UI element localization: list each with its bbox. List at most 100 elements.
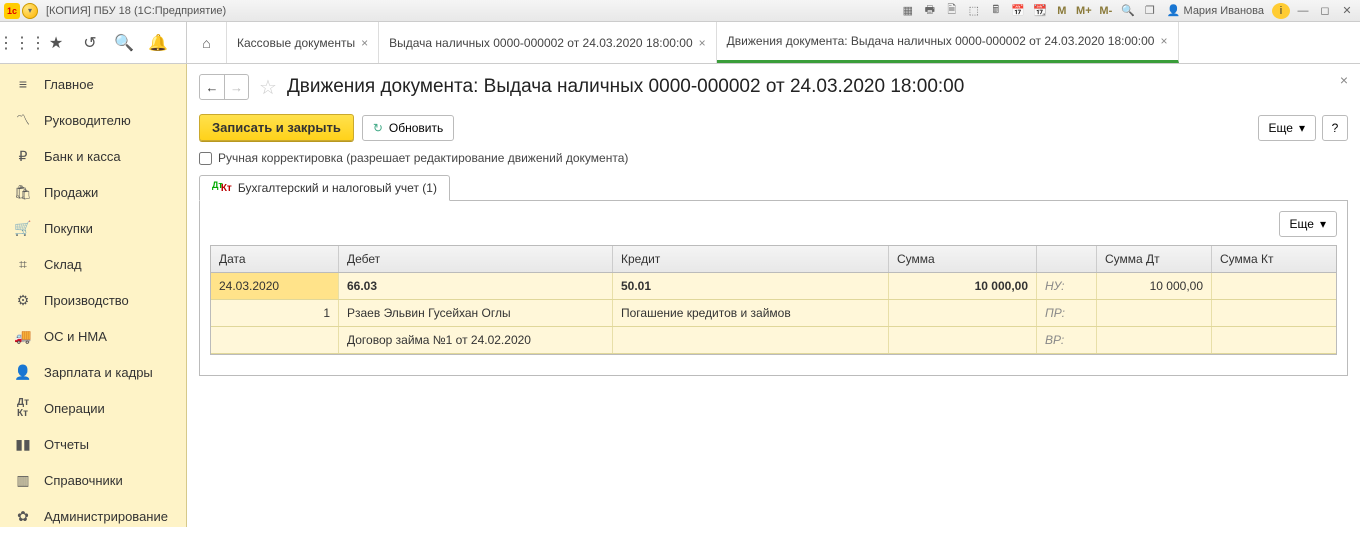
- close-tab-icon[interactable]: ×: [699, 36, 706, 50]
- manual-correction-checkbox[interactable]: [199, 152, 212, 165]
- apps-icon[interactable]: ⋮⋮⋮: [12, 33, 32, 53]
- doc-tab-0[interactable]: Кассовые документы ×: [227, 22, 379, 63]
- action-right: Еще ▾ ?: [1258, 115, 1348, 141]
- sidebar-label: Справочники: [44, 473, 123, 488]
- search-icon[interactable]: 🔍: [114, 33, 134, 53]
- chart-line-icon: 〽: [14, 111, 32, 129]
- cell-sumdt[interactable]: [1097, 300, 1212, 326]
- cell-kredit[interactable]: Погашение кредитов и займов: [613, 300, 889, 326]
- cell-sum[interactable]: [889, 327, 1037, 353]
- doc-tab-1[interactable]: Выдача наличных 0000-000002 от 24.03.202…: [379, 22, 717, 63]
- dropdown-button[interactable]: [22, 3, 38, 19]
- col-kredit[interactable]: Кредит: [613, 246, 889, 272]
- table-row[interactable]: 1 Рзаев Эльвин Гусейхан Оглы Погашение к…: [211, 300, 1336, 327]
- col-sumdt[interactable]: Сумма Дт: [1097, 246, 1212, 272]
- table-row[interactable]: Договор займа №1 от 24.02.2020 ВР:: [211, 327, 1336, 354]
- grid-header: Дата Дебет Кредит Сумма Сумма Дт Сумма К…: [211, 246, 1336, 273]
- grid-icon[interactable]: ▦: [899, 3, 917, 19]
- cell-kredit[interactable]: [613, 327, 889, 353]
- refresh-icon: [373, 121, 383, 135]
- cell-empty[interactable]: [211, 327, 339, 353]
- sidebar-item-hr[interactable]: 👤Зарплата и кадры: [0, 354, 186, 390]
- col-sum[interactable]: Сумма: [889, 246, 1037, 272]
- m-plus-button[interactable]: M+: [1075, 3, 1093, 19]
- calc-icon[interactable]: 🖩: [987, 3, 1005, 19]
- history-icon[interactable]: ↺: [80, 33, 100, 53]
- star-icon[interactable]: ☆: [259, 75, 277, 100]
- sidebar-item-admin[interactable]: ✿Администрирование: [0, 498, 186, 534]
- manual-correction-row[interactable]: Ручная корректировка (разрешает редактир…: [199, 151, 1348, 165]
- sidebar-item-warehouse[interactable]: ⌗Склад: [0, 246, 186, 282]
- toolbar-left: ⋮⋮⋮ ★ ↺ 🔍 🔔: [0, 22, 187, 63]
- save-close-button[interactable]: Записать и закрыть: [199, 114, 354, 141]
- cell-sum[interactable]: [889, 300, 1037, 326]
- warehouse-icon: ⌗: [14, 255, 32, 273]
- compare-icon[interactable]: ⬚: [965, 3, 983, 19]
- doc-icon[interactable]: 🗎: [943, 3, 961, 19]
- more-label: Еще: [1290, 217, 1314, 231]
- factory-icon: ⚙: [14, 291, 32, 309]
- print-icon[interactable]: 🖶: [921, 3, 939, 19]
- more-button[interactable]: Еще ▾: [1258, 115, 1316, 141]
- table-row[interactable]: 24.03.2020 66.03 50.01 10 000,00 НУ: 10 …: [211, 273, 1336, 300]
- cell-sumkt[interactable]: [1212, 327, 1336, 353]
- sidebar-item-assets[interactable]: 🚚ОС и НМА: [0, 318, 186, 354]
- forward-button[interactable]: →: [224, 75, 248, 99]
- sub-tab-accounting[interactable]: Кт Бухгалтерский и налоговый учет (1): [199, 175, 450, 201]
- help-button[interactable]: ?: [1322, 115, 1348, 141]
- cell-kredit[interactable]: 50.01: [613, 273, 889, 299]
- m-minus-button[interactable]: M-: [1097, 3, 1115, 19]
- zoom-icon[interactable]: 🔍: [1119, 3, 1137, 19]
- sidebar-label: Банк и касса: [44, 149, 121, 164]
- cell-sumkt[interactable]: [1212, 273, 1336, 299]
- more-label: Еще: [1269, 121, 1293, 135]
- dtkt-icon: ДтКт: [14, 399, 32, 417]
- col-sumkt[interactable]: Сумма Кт: [1212, 246, 1336, 272]
- sidebar-item-purchases[interactable]: 🛒Покупки: [0, 210, 186, 246]
- sidebar-item-main[interactable]: ≡Главное: [0, 66, 186, 102]
- col-debet[interactable]: Дебет: [339, 246, 613, 272]
- cell-date[interactable]: 24.03.2020: [211, 273, 339, 299]
- sidebar-item-refs[interactable]: ▥Справочники: [0, 462, 186, 498]
- sidebar-item-production[interactable]: ⚙ Производство: [0, 282, 186, 318]
- favorite-icon[interactable]: ★: [46, 33, 66, 53]
- cell-debet[interactable]: Договор займа №1 от 24.02.2020: [339, 327, 613, 353]
- user-name: Мария Иванова: [1184, 5, 1264, 17]
- sidebar-item-reports[interactable]: ▮▮Отчеты: [0, 426, 186, 462]
- sidebar-item-leader[interactable]: 〽Руководителю: [0, 102, 186, 138]
- home-tab[interactable]: ⌂: [187, 22, 227, 63]
- maximize-icon[interactable]: ◻: [1316, 3, 1334, 19]
- window-icon[interactable]: ❐: [1141, 3, 1159, 19]
- cell-n[interactable]: 1: [211, 300, 339, 326]
- close-tab-icon[interactable]: ×: [361, 36, 368, 50]
- info-icon[interactable]: i: [1272, 3, 1290, 19]
- cell-debet[interactable]: Рзаев Эльвин Гусейхан Оглы: [339, 300, 613, 326]
- doc-tab-2[interactable]: Движения документа: Выдача наличных 0000…: [717, 22, 1179, 63]
- close-icon[interactable]: ✕: [1338, 3, 1356, 19]
- action-row: Записать и закрыть Обновить Еще ▾ ?: [199, 114, 1348, 141]
- cell-sumdt[interactable]: [1097, 327, 1212, 353]
- cell-sumdt[interactable]: 10 000,00: [1097, 273, 1212, 299]
- cell-sumkt[interactable]: [1212, 300, 1336, 326]
- doc-tab-label: Кассовые документы: [237, 36, 355, 50]
- col-nr: [1037, 246, 1097, 272]
- back-button[interactable]: ←: [200, 75, 224, 99]
- m-button[interactable]: M: [1053, 3, 1071, 19]
- sidebar-item-operations[interactable]: ДтКтОперации: [0, 390, 186, 426]
- page-close-icon[interactable]: ×: [1340, 72, 1348, 88]
- bell-icon[interactable]: 🔔: [148, 33, 168, 53]
- refresh-button[interactable]: Обновить: [362, 115, 454, 141]
- inner-more-button[interactable]: Еще ▾: [1279, 211, 1337, 237]
- calendar-icon[interactable]: 📅: [1009, 3, 1027, 19]
- sidebar-label: Производство: [44, 293, 129, 308]
- col-date[interactable]: Дата: [211, 246, 339, 272]
- user-label[interactable]: 👤 Мария Иванова: [1163, 4, 1268, 17]
- sidebar-label: Администрирование: [44, 509, 168, 524]
- sidebar-item-sales[interactable]: 🛍Продажи: [0, 174, 186, 210]
- sidebar-item-bank[interactable]: ₽Банк и касса: [0, 138, 186, 174]
- cell-sum[interactable]: 10 000,00: [889, 273, 1037, 299]
- calendar2-icon[interactable]: 📆: [1031, 3, 1049, 19]
- minimize-icon[interactable]: —: [1294, 3, 1312, 19]
- close-tab-icon[interactable]: ×: [1160, 34, 1167, 48]
- cell-debet[interactable]: 66.03: [339, 273, 613, 299]
